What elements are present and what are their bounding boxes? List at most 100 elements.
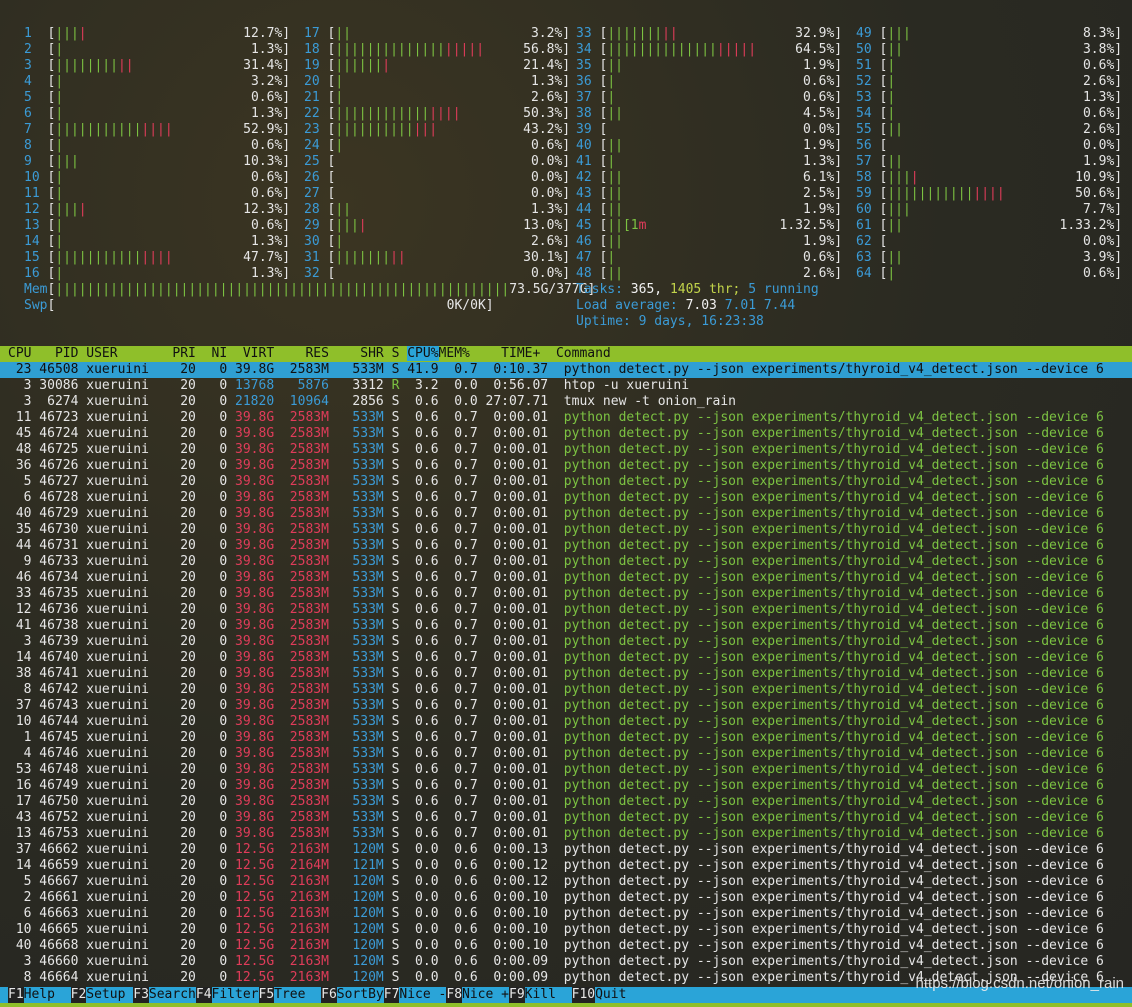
process-row[interactable]: 41 46738 xueruini 20 0 39.8G 2583M 533M … bbox=[0, 618, 1132, 634]
status-strip bbox=[0, 1003, 1132, 1007]
process-row[interactable]: 4 46746 xueruini 20 0 39.8G 2583M 533M S… bbox=[0, 746, 1132, 762]
fkey-label-kill[interactable]: Kill bbox=[524, 987, 572, 1003]
col-header-command[interactable]: Command bbox=[540, 346, 611, 361]
cell-shr: 533M bbox=[328, 554, 384, 569]
cell-mem-pct: 0.6 bbox=[438, 970, 478, 985]
process-row[interactable]: 1 46745 xueruini 20 0 39.8G 2583M 533M S… bbox=[0, 730, 1132, 746]
process-row[interactable]: 53 46748 xueruini 20 0 39.8G 2583M 533M … bbox=[0, 762, 1132, 778]
cell-ni: 0 bbox=[195, 474, 228, 489]
process-row[interactable]: 35 46730 xueruini 20 0 39.8G 2583M 533M … bbox=[0, 522, 1132, 538]
fkey-label-nice[interactable]: Nice + bbox=[462, 987, 509, 1003]
process-row[interactable]: 48 46725 xueruini 20 0 39.8G 2583M 533M … bbox=[0, 442, 1132, 458]
process-row[interactable]: 6 46663 xueruini 20 0 12.5G 2163M 120M S… bbox=[0, 906, 1132, 922]
process-row[interactable]: 9 46733 xueruini 20 0 39.8G 2583M 533M S… bbox=[0, 554, 1132, 570]
process-row[interactable]: 10 46744 xueruini 20 0 39.8G 2583M 533M … bbox=[0, 714, 1132, 730]
process-row[interactable]: 44 46731 xueruini 20 0 39.8G 2583M 533M … bbox=[0, 538, 1132, 554]
col-header-s[interactable]: S bbox=[384, 346, 407, 361]
fkey-f8[interactable]: F8 bbox=[446, 987, 463, 1003]
cell-user: xueruini bbox=[78, 714, 149, 729]
cell-res: 2583M bbox=[274, 634, 329, 649]
process-row[interactable]: 40 46668 xueruini 20 0 12.5G 2163M 120M … bbox=[0, 938, 1132, 954]
process-row[interactable]: 13 46753 xueruini 20 0 39.8G 2583M 533M … bbox=[0, 826, 1132, 842]
col-header-res[interactable]: RES bbox=[274, 346, 329, 361]
cell-cpu-pct: 0.0 bbox=[407, 922, 439, 937]
cell-shr: 533M bbox=[328, 522, 384, 537]
cell-res: 10964 bbox=[274, 394, 329, 409]
cpu-bar-kernel: || bbox=[117, 58, 134, 73]
process-row[interactable]: 3 6274 xueruini 20 0 21820 10964 2856 S … bbox=[0, 394, 1132, 410]
cell-time: 0:00.01 bbox=[477, 426, 549, 441]
cell-virt: 39.8G bbox=[227, 506, 275, 521]
column-headers[interactable]: CPU PID USER PRI NI VIRT RES SHR S CPU%M… bbox=[8, 346, 611, 362]
cpu-percent: 1.3%] bbox=[250, 106, 291, 121]
col-header-cpu[interactable]: CPU% bbox=[407, 346, 439, 361]
cell-shr: 120M bbox=[328, 954, 384, 969]
process-row[interactable]: 43 46752 xueruini 20 0 39.8G 2583M 533M … bbox=[0, 810, 1132, 826]
process-row[interactable]: 17 46750 xueruini 20 0 39.8G 2583M 533M … bbox=[0, 794, 1132, 810]
fkey-label-quit[interactable]: Quit bbox=[595, 987, 643, 1003]
col-header-time[interactable]: TIME+ bbox=[470, 346, 540, 361]
cell-pid: 46663 bbox=[31, 906, 79, 921]
fkey-f4[interactable]: F4 bbox=[195, 987, 212, 1003]
process-row[interactable]: 6 46728 xueruini 20 0 39.8G 2583M 533M S… bbox=[0, 490, 1132, 506]
cell-cpu-pct: 0.6 bbox=[407, 554, 439, 569]
col-header-pri[interactable]: PRI bbox=[149, 346, 196, 361]
col-header-ni[interactable]: NI bbox=[196, 346, 228, 361]
cpu-id: 22 bbox=[304, 106, 328, 121]
col-header-shr[interactable]: SHR bbox=[329, 346, 384, 361]
fkey-label-filter[interactable]: Filter bbox=[211, 987, 259, 1003]
fkey-label-sortby[interactable]: SortBy bbox=[336, 987, 384, 1003]
process-row[interactable]: 36 46726 xueruini 20 0 39.8G 2583M 533M … bbox=[0, 458, 1132, 474]
cell-cpu: 40 bbox=[8, 506, 32, 521]
process-row[interactable]: 37 46743 xueruini 20 0 39.8G 2583M 533M … bbox=[0, 698, 1132, 714]
process-row[interactable]: 10 46665 xueruini 20 0 12.5G 2163M 120M … bbox=[0, 922, 1132, 938]
process-table-header[interactable]: CPU PID USER PRI NI VIRT RES SHR S CPU%M… bbox=[0, 346, 1132, 362]
fkey-f3[interactable]: F3 bbox=[133, 987, 149, 1003]
cell-mem-pct: 0.6 bbox=[438, 890, 478, 905]
fkey-f6[interactable]: F6 bbox=[321, 987, 337, 1003]
fkey-f9[interactable]: F9 bbox=[509, 987, 525, 1003]
process-row[interactable]: 5 46727 xueruini 20 0 39.8G 2583M 533M S… bbox=[0, 474, 1132, 490]
fkey-f5[interactable]: F5 bbox=[258, 987, 275, 1003]
fkey-label-help[interactable]: Help bbox=[23, 987, 71, 1003]
process-row[interactable]: 14 46740 xueruini 20 0 39.8G 2583M 533M … bbox=[0, 650, 1132, 666]
cpu-percent: 1.3%] bbox=[530, 74, 571, 89]
process-row[interactable]: 33 46735 xueruini 20 0 39.8G 2583M 533M … bbox=[0, 586, 1132, 602]
process-row-selected[interactable]: 23 46508 xueruini 20 0 39.8G 2583M 533M … bbox=[0, 362, 1132, 378]
process-row[interactable]: 11 46723 xueruini 20 0 39.8G 2583M 533M … bbox=[0, 410, 1132, 426]
process-row[interactable]: 14 46659 xueruini 20 0 12.5G 2164M 121M … bbox=[0, 858, 1132, 874]
col-header-cpu[interactable]: CPU bbox=[8, 346, 31, 361]
process-row[interactable]: 45 46724 xueruini 20 0 39.8G 2583M 533M … bbox=[0, 426, 1132, 442]
process-row[interactable]: 46 46734 xueruini 20 0 39.8G 2583M 533M … bbox=[0, 570, 1132, 586]
process-row[interactable]: 16 46749 xueruini 20 0 39.8G 2583M 533M … bbox=[0, 778, 1132, 794]
fkey-label-tree[interactable]: Tree bbox=[274, 987, 322, 1003]
fkey-label-search[interactable]: Search bbox=[148, 987, 196, 1003]
col-header-mem[interactable]: MEM% bbox=[439, 346, 470, 361]
cell-time: 0:00.13 bbox=[477, 842, 549, 857]
cell-mem-pct: 0.6 bbox=[438, 842, 478, 857]
cell-cpu-pct: 0.6 bbox=[407, 506, 439, 521]
process-row[interactable]: 2 46661 xueruini 20 0 12.5G 2163M 120M S… bbox=[0, 890, 1132, 906]
process-row[interactable]: 12 46736 xueruini 20 0 39.8G 2583M 533M … bbox=[0, 602, 1132, 618]
fkey-f2[interactable]: F2 bbox=[70, 987, 87, 1003]
fkey-f1[interactable]: F1 bbox=[8, 987, 24, 1003]
process-row[interactable]: 37 46662 xueruini 20 0 12.5G 2163M 120M … bbox=[0, 842, 1132, 858]
process-row[interactable]: 3 46660 xueruini 20 0 12.5G 2163M 120M S… bbox=[0, 954, 1132, 970]
process-row[interactable]: 38 46741 xueruini 20 0 39.8G 2583M 533M … bbox=[0, 666, 1132, 682]
cell-command: python detect.py --json experiments/thyr… bbox=[548, 458, 1104, 473]
process-row[interactable]: 5 46667 xueruini 20 0 12.5G 2163M 120M S… bbox=[0, 874, 1132, 890]
col-header-virt[interactable]: VIRT bbox=[227, 346, 274, 361]
col-header-pid[interactable]: PID bbox=[31, 346, 79, 361]
process-row[interactable]: 8 46742 xueruini 20 0 39.8G 2583M 533M S… bbox=[0, 682, 1132, 698]
cell-virt: 12.5G bbox=[227, 874, 275, 889]
fkey-label-setup[interactable]: Setup bbox=[86, 987, 134, 1003]
cell-virt: 39.8G bbox=[227, 794, 275, 809]
process-row[interactable]: 40 46729 xueruini 20 0 39.8G 2583M 533M … bbox=[0, 506, 1132, 522]
cpu-meter: 29 [|||| 13.0%] bbox=[304, 218, 571, 233]
fkey-f10[interactable]: F10 bbox=[571, 987, 596, 1003]
col-header-user[interactable]: USER bbox=[78, 346, 148, 361]
fkey-f7[interactable]: F7 bbox=[383, 987, 400, 1003]
fkey-label-nice[interactable]: Nice - bbox=[399, 987, 447, 1003]
process-row[interactable]: 3 46739 xueruini 20 0 39.8G 2583M 533M S… bbox=[0, 634, 1132, 650]
process-row[interactable]: 3 30086 xueruini 20 0 13768 5876 3312 R … bbox=[0, 378, 1132, 394]
